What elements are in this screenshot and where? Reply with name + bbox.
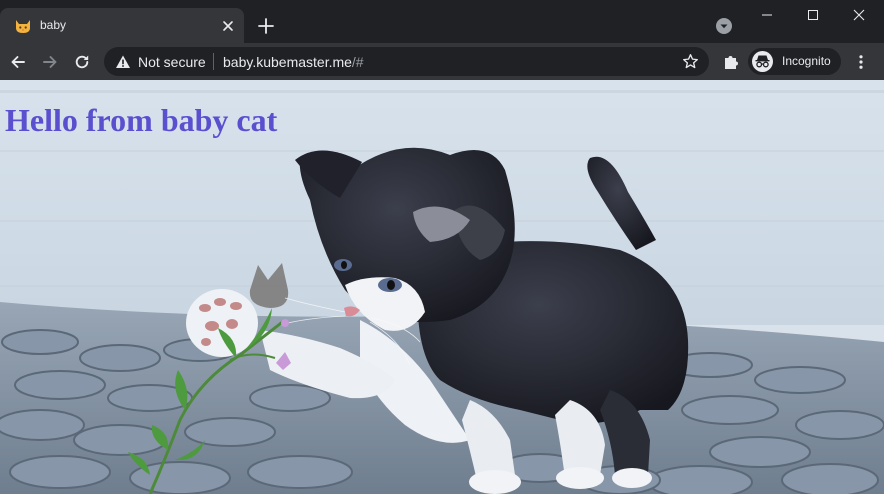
close-window-button[interactable]	[836, 0, 882, 30]
reload-button[interactable]	[69, 49, 95, 75]
cat-face-icon	[16, 20, 30, 33]
maximize-icon	[808, 10, 818, 20]
tab-search-icon[interactable]	[715, 17, 733, 35]
page-heading: Hello from baby cat	[5, 102, 278, 138]
security-status[interactable]: Not secure	[138, 54, 206, 70]
forward-button[interactable]	[37, 49, 63, 75]
maximize-button[interactable]	[790, 0, 836, 30]
omnibox-divider	[213, 53, 214, 70]
url-text[interactable]: baby.kubemaster.me/#	[223, 54, 364, 70]
incognito-indicator[interactable]: Incognito	[748, 48, 841, 75]
tab-baby[interactable]: baby	[0, 8, 244, 43]
minimize-button[interactable]	[744, 0, 790, 30]
close-icon	[853, 9, 865, 21]
incognito-label: Incognito	[782, 54, 831, 68]
incognito-icon	[752, 51, 773, 72]
star-icon[interactable]	[682, 53, 699, 70]
puzzle-icon	[725, 56, 738, 69]
url-host: baby.kubemaster.me	[223, 54, 352, 70]
tab-title: baby	[40, 18, 67, 32]
kitten-photo	[0, 80, 884, 494]
kebab-menu-icon	[859, 55, 863, 69]
warning-icon[interactable]	[115, 54, 131, 70]
reload-icon	[75, 55, 89, 69]
tab-strip: baby	[0, 0, 884, 43]
browser-toolbar: Not secure baby.kubemaster.me/# Incognit…	[0, 43, 884, 80]
back-button[interactable]	[5, 49, 31, 75]
address-bar[interactable]: Not secure baby.kubemaster.me/#	[104, 47, 709, 76]
plus-icon[interactable]	[256, 16, 276, 36]
url-path: /#	[351, 54, 364, 70]
back-arrow-icon	[11, 56, 25, 68]
minimize-icon	[762, 14, 772, 16]
menu-button[interactable]	[848, 49, 874, 75]
forward-arrow-icon	[43, 56, 57, 68]
close-tab-icon[interactable]	[219, 17, 237, 35]
extensions-button[interactable]	[718, 49, 744, 75]
page-viewport: Hello from baby cat	[0, 80, 884, 494]
